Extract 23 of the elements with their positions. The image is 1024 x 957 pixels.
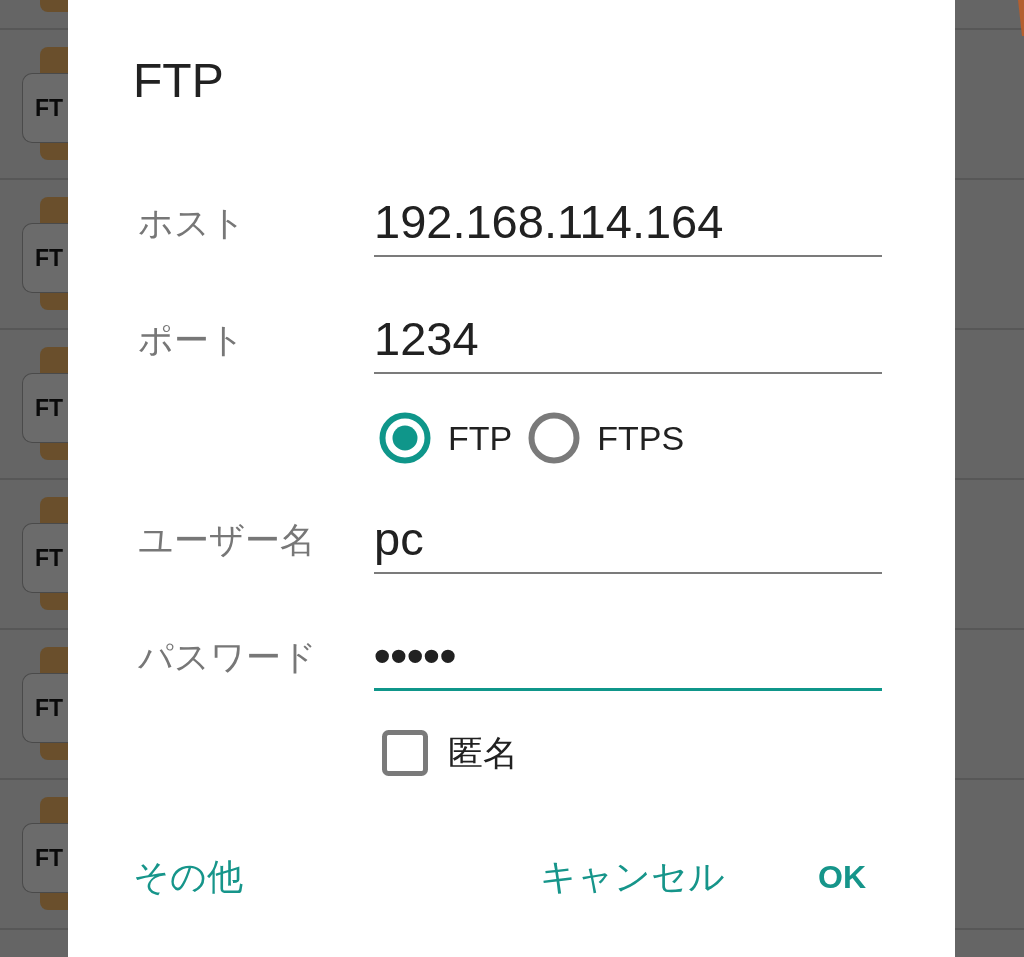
input-field[interactable]: 1234 bbox=[374, 307, 882, 374]
field-label: ポート bbox=[138, 319, 245, 361]
field-label: ユーザー名 bbox=[138, 519, 315, 561]
corner-shape bbox=[1018, 0, 1024, 36]
dialog-title: FTP bbox=[133, 57, 224, 105]
checkbox[interactable]: 匿名 bbox=[382, 729, 518, 777]
cancel-button[interactable]: キャンセル bbox=[524, 844, 741, 910]
input-field[interactable]: 192.168.114.164 bbox=[374, 190, 882, 257]
field-label: パスワード bbox=[138, 636, 317, 678]
radio-button[interactable]: FTPS bbox=[528, 412, 685, 464]
file-type-label: FT bbox=[35, 246, 64, 270]
field-label: ホスト bbox=[138, 202, 246, 244]
file-type-label: FT bbox=[35, 546, 64, 570]
file-type-label: FT bbox=[35, 96, 64, 120]
ok-button[interactable]: OK bbox=[802, 850, 882, 904]
more-button[interactable]: その他 bbox=[117, 844, 259, 910]
password-field[interactable]: ••••• bbox=[374, 624, 882, 691]
radio-button[interactable]: FTP bbox=[379, 412, 513, 464]
file-type-label: FT bbox=[35, 696, 64, 720]
file-type-label: FT bbox=[35, 846, 64, 870]
file-icon bbox=[40, 0, 68, 12]
input-field[interactable]: pc bbox=[374, 507, 882, 574]
file-type-label: FT bbox=[35, 396, 64, 420]
